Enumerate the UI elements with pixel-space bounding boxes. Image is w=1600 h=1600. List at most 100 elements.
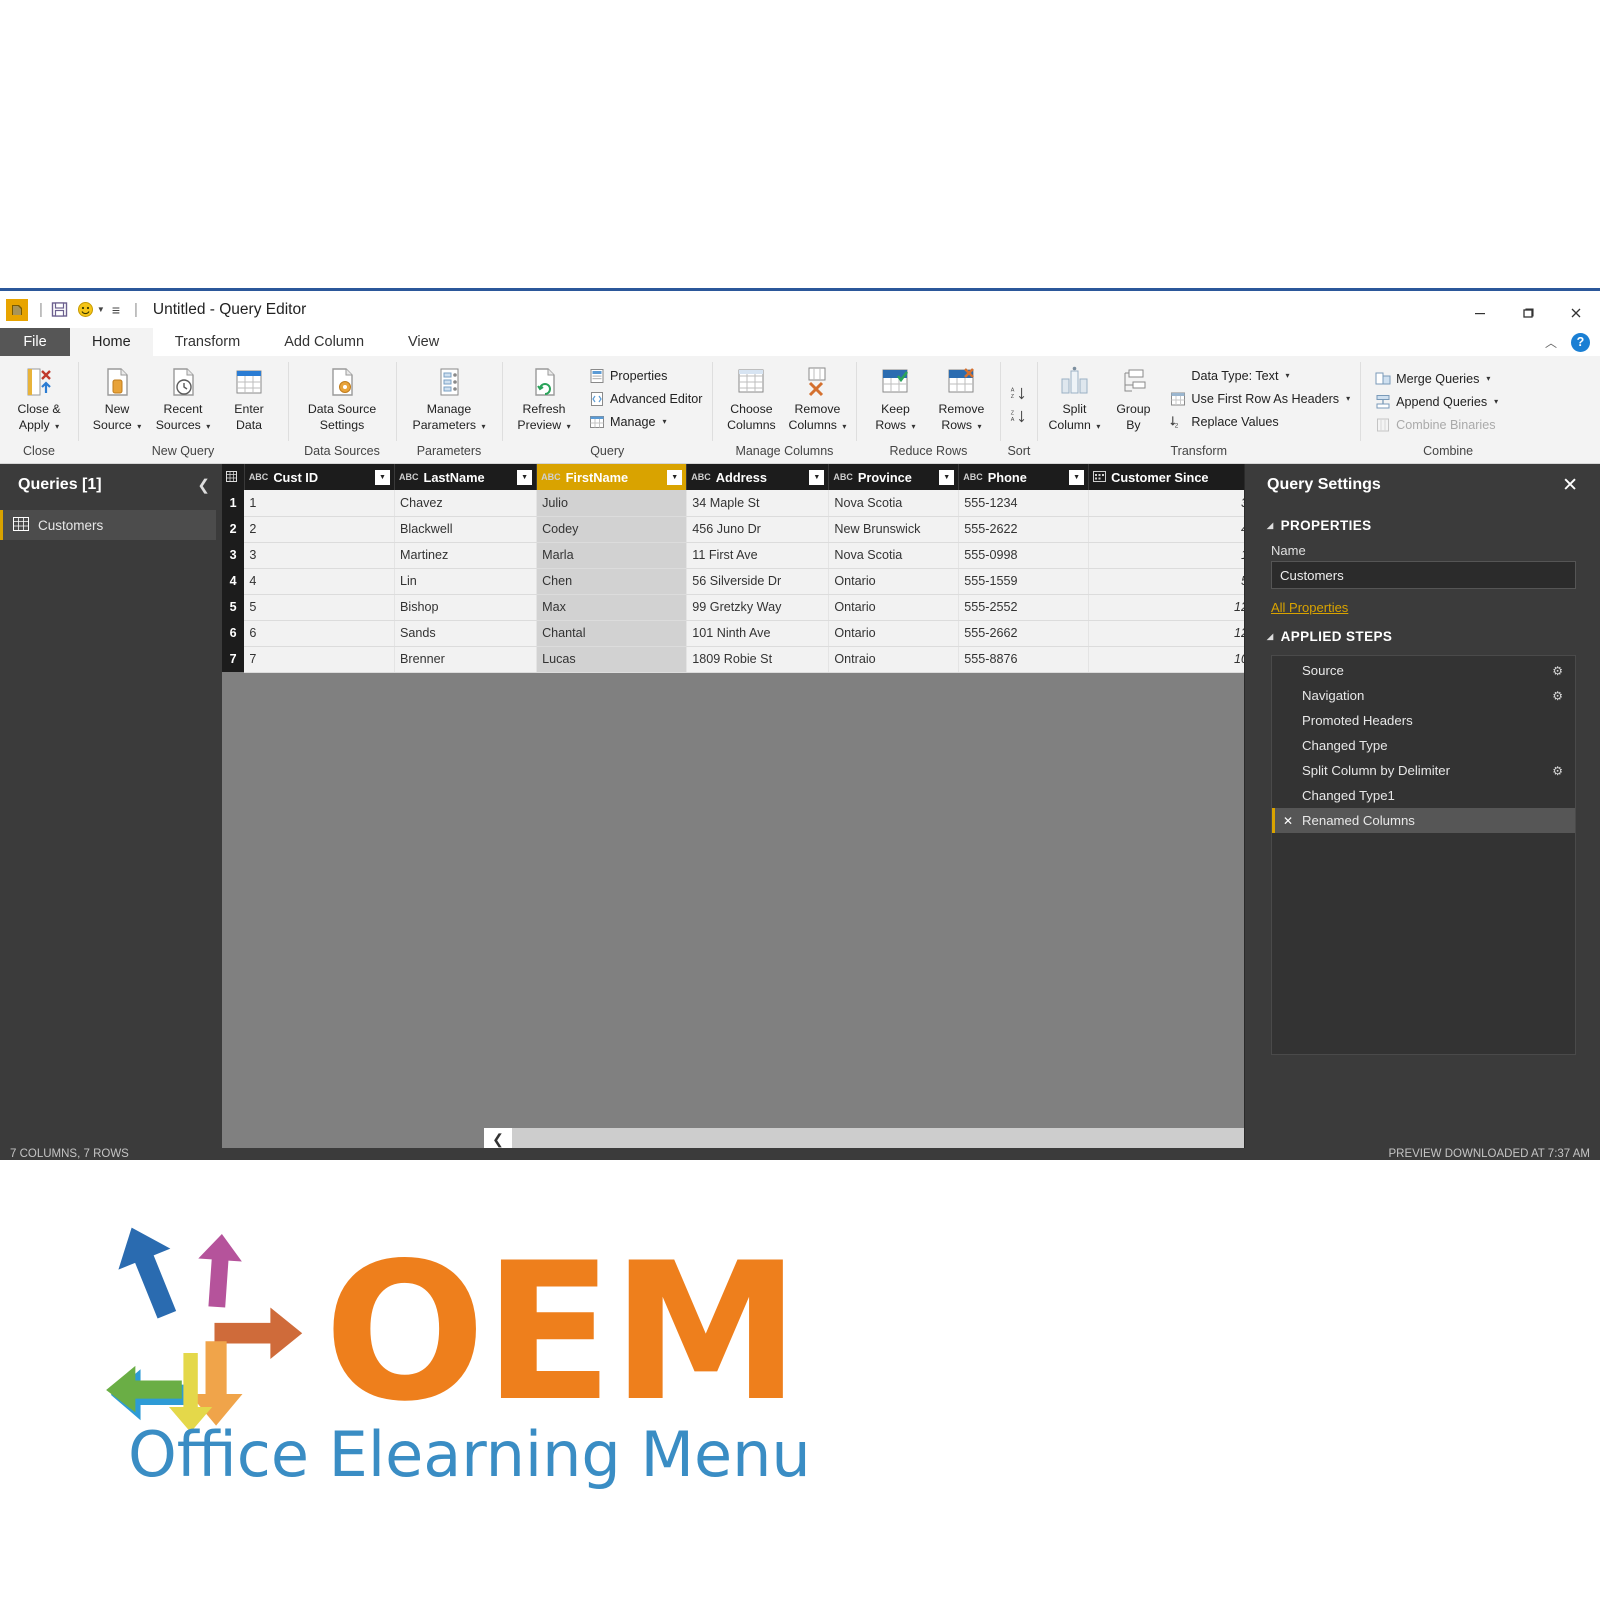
column-header-customer-since[interactable]: Customer Since xyxy=(1088,464,1244,490)
cell-lastname[interactable]: Sands xyxy=(394,620,538,647)
horizontal-scrollbar[interactable]: ❮ ❯ xyxy=(484,1128,1244,1150)
append-queries-button[interactable]: Append Queries ▾ xyxy=(1370,390,1502,413)
cell-customer-since[interactable]: 3/12/0 xyxy=(1088,490,1244,517)
applied-step-changed-type1[interactable]: Changed Type1 xyxy=(1272,783,1575,808)
cell-phone[interactable]: 555-1234 xyxy=(958,490,1090,517)
cell-cust-id[interactable]: 6 xyxy=(244,620,396,647)
cell-address[interactable]: 456 Juno Dr xyxy=(686,516,830,543)
split-column-button[interactable]: Split Column ▾ xyxy=(1043,361,1105,434)
all-properties-link[interactable]: All Properties xyxy=(1245,589,1348,615)
smiley-icon[interactable] xyxy=(76,300,95,319)
cell-phone[interactable]: 555-0998 xyxy=(958,542,1090,569)
cell-address[interactable]: 99 Gretzky Way xyxy=(686,594,830,621)
table-row[interactable]: 3 3 Martinez Marla 11 First Ave Nova Sco… xyxy=(222,542,1244,569)
app-icon[interactable] xyxy=(6,298,28,321)
cell-firstname[interactable]: Codey xyxy=(536,516,688,543)
cell-lastname[interactable]: Blackwell xyxy=(394,516,538,543)
sort-ascending-button[interactable]: AZ xyxy=(1006,382,1031,405)
column-header-cust-id[interactable]: ABC Cust ID ▼ xyxy=(244,464,396,490)
minimize-icon[interactable] xyxy=(1456,294,1504,331)
applied-step-navigation[interactable]: Navigation ⚙ xyxy=(1272,683,1575,708)
filter-dropdown-icon[interactable]: ▼ xyxy=(939,469,955,485)
column-header-firstname[interactable]: ABC FirstName ▼ xyxy=(536,464,688,490)
remove-rows-button[interactable]: Remove Rows ▾ xyxy=(928,361,994,434)
applied-step-renamed-columns[interactable]: ✕ Renamed Columns xyxy=(1272,808,1575,833)
table-row[interactable]: 2 2 Blackwell Codey 456 Juno Dr New Brun… xyxy=(222,516,1244,543)
table-row[interactable]: 6 6 Sands Chantal 101 Ninth Ave Ontario … xyxy=(222,620,1244,647)
gear-icon[interactable]: ⚙ xyxy=(1552,664,1563,678)
cell-province[interactable]: Nova Scotia xyxy=(828,490,960,517)
cell-firstname[interactable]: Julio xyxy=(536,490,688,517)
cell-firstname[interactable]: Lucas xyxy=(536,646,688,673)
applied-step-source[interactable]: Source ⚙ xyxy=(1272,658,1575,683)
cell-cust-id[interactable]: 1 xyxy=(244,490,396,517)
filter-dropdown-icon[interactable]: ▼ xyxy=(1069,469,1085,485)
filter-dropdown-icon[interactable]: ▼ xyxy=(375,469,390,485)
gear-icon[interactable]: ⚙ xyxy=(1552,764,1563,778)
close-icon[interactable]: ✕ xyxy=(1562,474,1578,497)
cell-customer-since[interactable]: 1/12/9 xyxy=(1088,542,1244,569)
cell-lastname[interactable]: Brenner xyxy=(394,646,538,673)
query-name-input[interactable]: Customers xyxy=(1271,561,1576,589)
tab-view[interactable]: View xyxy=(386,328,461,356)
gear-icon[interactable]: ⚙ xyxy=(1552,689,1563,703)
tab-add-column[interactable]: Add Column xyxy=(262,328,386,356)
merge-queries-button[interactable]: Merge Queries ▾ xyxy=(1370,367,1502,390)
cell-firstname[interactable]: Max xyxy=(536,594,688,621)
cell-customer-since[interactable]: 4/18/0 xyxy=(1088,516,1244,543)
properties-button[interactable]: Properties xyxy=(584,364,706,387)
restore-icon[interactable] xyxy=(1504,294,1552,331)
sort-descending-button[interactable]: ZA xyxy=(1006,405,1031,428)
data-source-settings-button[interactable]: Data Source Settings xyxy=(294,361,390,434)
cell-lastname[interactable]: Martinez xyxy=(394,542,538,569)
refresh-preview-button[interactable]: Refresh Preview ▾ xyxy=(508,361,580,434)
table-row[interactable]: 1 1 Chavez Julio 34 Maple St Nova Scotia… xyxy=(222,490,1244,517)
cell-firstname[interactable]: Marla xyxy=(536,542,688,569)
applied-step-changed-type[interactable]: Changed Type xyxy=(1272,733,1575,758)
cell-phone[interactable]: 555-2662 xyxy=(958,620,1090,647)
new-source-button[interactable]: New Source ▾ xyxy=(84,361,150,434)
column-header-lastname[interactable]: ABC LastName ▼ xyxy=(394,464,538,490)
properties-section-header[interactable]: ◢ PROPERTIES xyxy=(1245,506,1600,539)
tab-transform[interactable]: Transform xyxy=(153,328,263,356)
advanced-editor-button[interactable]: Advanced Editor xyxy=(584,387,706,410)
cell-cust-id[interactable]: 2 xyxy=(244,516,396,543)
chevron-up-icon[interactable]: ︿ xyxy=(1545,334,1557,351)
filter-dropdown-icon[interactable]: ▼ xyxy=(809,469,825,485)
cell-province[interactable]: New Brunswick xyxy=(828,516,960,543)
cell-province[interactable]: Ontario xyxy=(828,594,960,621)
group-by-button[interactable]: Group By xyxy=(1105,361,1161,434)
cell-phone[interactable]: 555-8876 xyxy=(958,646,1090,673)
cell-address[interactable]: 56 Silverside Dr xyxy=(686,568,830,595)
filter-dropdown-icon[interactable]: ▼ xyxy=(517,469,533,485)
cell-customer-since[interactable]: 10/01/1 xyxy=(1088,646,1244,673)
enter-data-button[interactable]: Enter Data xyxy=(216,361,282,434)
cell-cust-id[interactable]: 4 xyxy=(244,568,396,595)
close-icon[interactable] xyxy=(1552,294,1600,331)
first-row-headers-button[interactable]: Use First Row As Headers ▾ xyxy=(1165,387,1354,410)
column-header-address[interactable]: ABC Address ▼ xyxy=(686,464,830,490)
cell-cust-id[interactable]: 7 xyxy=(244,646,396,673)
customize-qat-icon[interactable]: ≡ xyxy=(112,302,120,318)
cell-address[interactable]: 11 First Ave xyxy=(686,542,830,569)
query-list-item-customers[interactable]: Customers xyxy=(0,510,216,540)
filter-dropdown-icon[interactable]: ▼ xyxy=(667,469,683,485)
remove-columns-button[interactable]: Remove Columns ▾ xyxy=(784,361,850,434)
scroll-left-icon[interactable]: ❮ xyxy=(484,1128,512,1150)
keep-rows-button[interactable]: Keep Rows ▾ xyxy=(862,361,928,434)
cell-province[interactable]: Ontraio xyxy=(828,646,960,673)
cell-phone[interactable]: 555-2622 xyxy=(958,516,1090,543)
choose-columns-button[interactable]: Choose Columns xyxy=(718,361,784,434)
manage-button[interactable]: Manage ▾ xyxy=(584,410,706,433)
cell-address[interactable]: 1809 Robie St xyxy=(686,646,830,673)
replace-values-button[interactable]: 2 Replace Values xyxy=(1165,410,1354,433)
save-icon[interactable] xyxy=(50,300,69,319)
cell-province[interactable]: Ontario xyxy=(828,620,960,647)
column-header-province[interactable]: ABC Province ▼ xyxy=(828,464,960,490)
cell-address[interactable]: 34 Maple St xyxy=(686,490,830,517)
data-type-button[interactable]: Data Type: Text ▾ xyxy=(1165,364,1354,387)
close-and-apply-button[interactable]: Close & Apply ▾ xyxy=(6,361,72,434)
help-icon[interactable]: ? xyxy=(1571,332,1590,352)
cell-customer-since[interactable]: 5/01/1 xyxy=(1088,568,1244,595)
cell-address[interactable]: 101 Ninth Ave xyxy=(686,620,830,647)
